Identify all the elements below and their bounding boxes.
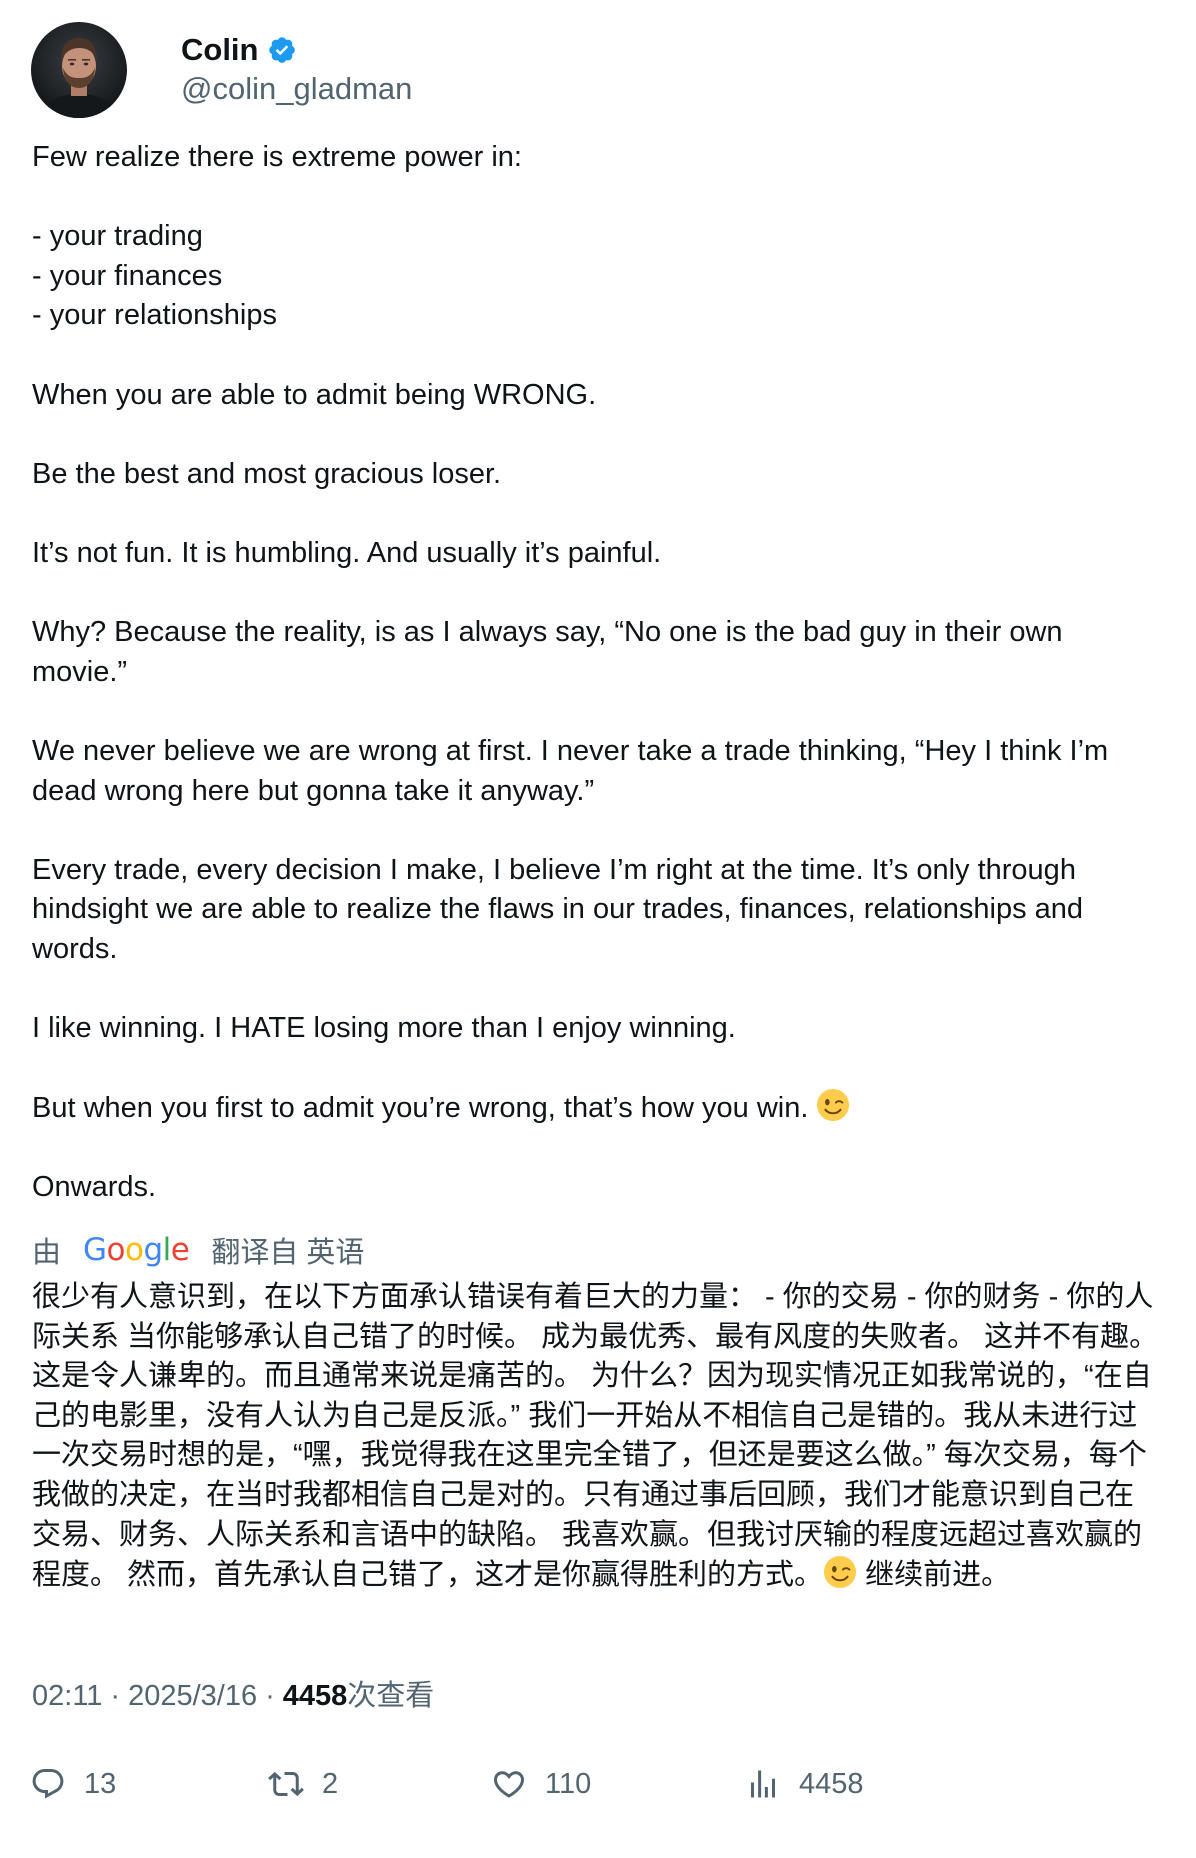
translated-text-end: 继续前进。 xyxy=(857,1559,1011,1592)
avatar-photo xyxy=(31,22,127,118)
views-action-count: 4458 xyxy=(799,1767,864,1800)
like-count: 110 xyxy=(545,1767,592,1800)
verified-badge-icon[interactable] xyxy=(267,35,297,65)
tweet-line: Why? Because the reality, is as I always… xyxy=(32,616,1071,688)
tweet-time[interactable]: 02:11 xyxy=(32,1676,102,1716)
translated-text-main: 很少有人意识到，在以下方面承认错误有着巨大的力量： - 你的交易 - 你的财务 … xyxy=(32,1281,1159,1592)
translation-attribution: 由 Google 翻译自 英语 xyxy=(32,1228,364,1272)
like-button[interactable]: 110 xyxy=(491,1766,591,1802)
tweet-date[interactable]: 2025/3/16 xyxy=(128,1676,257,1716)
tweet-line: When you are able to admit being WRONG. xyxy=(32,378,597,411)
google-logo: Google xyxy=(83,1232,190,1268)
reply-icon xyxy=(32,1769,64,1799)
winking-face-emoji-icon xyxy=(817,1089,850,1122)
tweet-line: But when you first to admit you’re wrong… xyxy=(32,1092,809,1125)
retweet-icon xyxy=(268,1771,304,1797)
tweet-line: - your relationships xyxy=(32,299,277,332)
tweet-closing: Onwards. xyxy=(32,1171,157,1204)
author-handle[interactable]: @colin_gladman xyxy=(181,69,412,109)
tweet-line: Few realize there is extreme power in: xyxy=(32,141,522,173)
heart-icon xyxy=(493,1771,525,1798)
tweet-line: It’s not fun. It is humbling. And usuall… xyxy=(32,536,662,569)
translated-by-label: 由 xyxy=(32,1237,62,1269)
tweet-meta: 02:11 · 2025/3/16 · 4458 次查看 xyxy=(32,1676,434,1716)
views-count: 4458 xyxy=(282,1680,348,1712)
author-names: Colin @colin_gladman xyxy=(181,31,412,109)
tweet-line: - your finances xyxy=(32,259,223,292)
tweet: Colin @colin_gladman Few realize there i… xyxy=(0,0,1196,1858)
views-label: 次查看 xyxy=(347,1680,435,1712)
avatar[interactable] xyxy=(31,22,127,118)
tweet-line: Every trade, every decision I make, I be… xyxy=(32,853,1092,965)
reply-count: 13 xyxy=(84,1767,117,1800)
action-bar: 13 2 110 4458 xyxy=(30,1760,1170,1808)
retweet-count: 2 xyxy=(322,1767,339,1800)
views-button[interactable]: 4458 xyxy=(745,1766,864,1802)
analytics-icon xyxy=(751,1770,775,1798)
tweet-header: Colin @colin_gladman xyxy=(31,22,412,118)
name-row: Colin xyxy=(181,31,412,69)
translated-text: 很少有人意识到，在以下方面承认错误有着巨大的力量： - 你的交易 - 你的财务 … xyxy=(32,1278,1162,1596)
tweet-text: Few realize there is extreme power in: -… xyxy=(32,138,1152,1208)
winking-face-emoji-icon xyxy=(824,1556,857,1589)
tweet-line: - your trading xyxy=(32,220,203,253)
meta-separator: · xyxy=(265,1680,275,1712)
retweet-button[interactable]: 2 xyxy=(268,1766,338,1802)
display-name[interactable]: Colin xyxy=(181,31,259,69)
tweet-line: Be the best and most gracious loser. xyxy=(32,457,502,490)
tweet-line: I like winning. I HATE losing more than … xyxy=(32,1012,736,1045)
tweet-line: We never believe we are wrong at first. … xyxy=(32,734,1117,807)
meta-separator: · xyxy=(110,1680,121,1712)
reply-button[interactable]: 13 xyxy=(30,1766,116,1802)
translated-from-link[interactable]: 翻译自 英语 xyxy=(211,1229,364,1271)
